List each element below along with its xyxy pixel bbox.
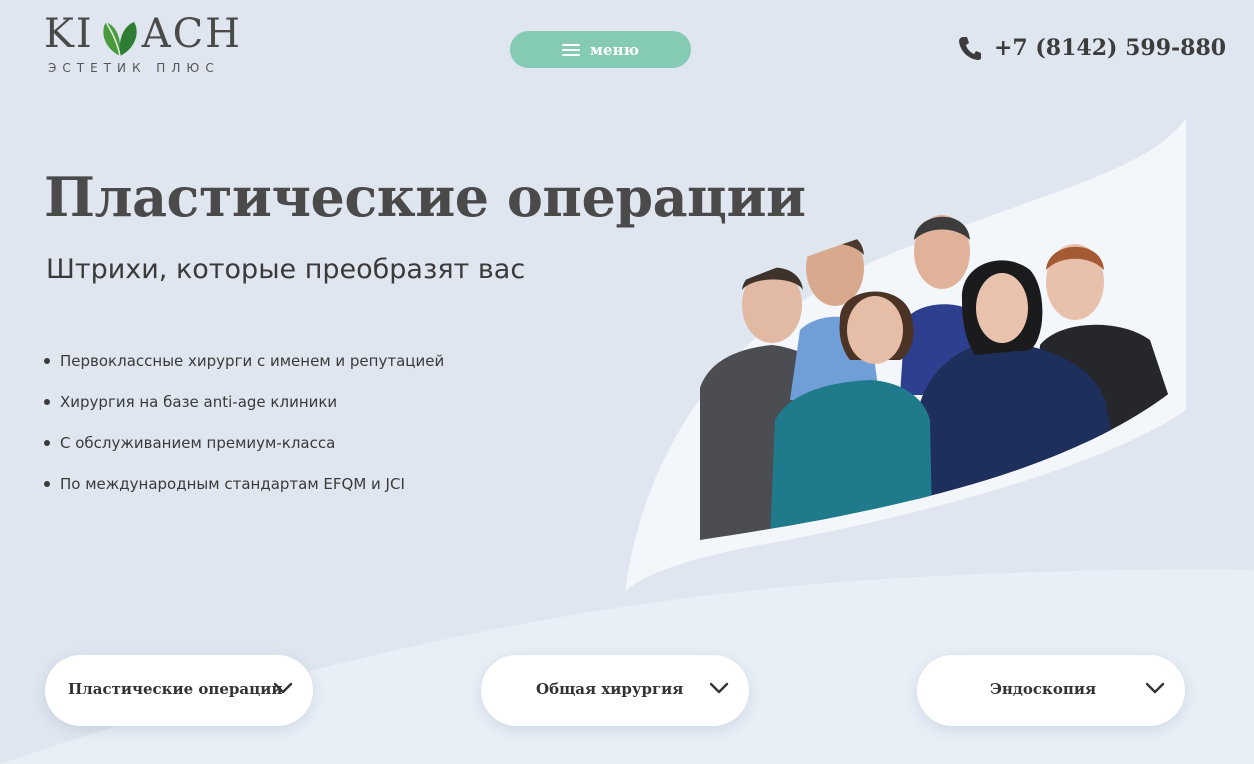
chevron-down-icon (709, 682, 729, 694)
chevron-down-icon (1145, 682, 1165, 694)
category-label: Пластические операции (68, 680, 283, 698)
category-label: Общая хирургия (536, 680, 684, 698)
category-general-surgery-dropdown[interactable]: Общая хирургия (481, 655, 749, 726)
chevron-down-icon (273, 682, 293, 694)
category-plastic-dropdown[interactable]: Пластические операции (45, 655, 313, 726)
category-endoscopy-dropdown[interactable]: Эндоскопия (917, 655, 1185, 726)
category-label: Эндоскопия (990, 680, 1097, 698)
team-photo (700, 215, 1170, 540)
